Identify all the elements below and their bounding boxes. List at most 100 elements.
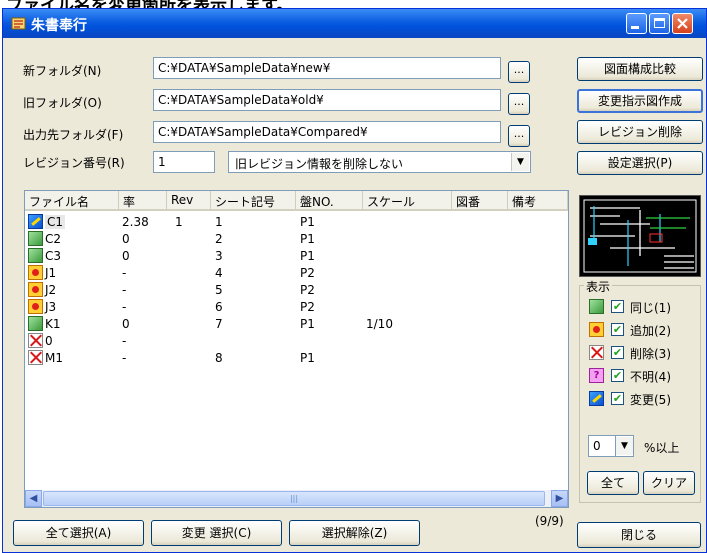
cell-panel: P2 — [300, 283, 315, 297]
cell-sheet: 8 — [215, 351, 223, 365]
threshold-dropdown[interactable]: ▼ — [616, 435, 634, 457]
table-row[interactable]: K1 0 7 P1 1/10 — [25, 316, 568, 333]
threshold-input[interactable]: 0 — [588, 435, 616, 457]
output-folder-input[interactable]: C:¥DATA¥SampleData¥Compared¥ — [153, 121, 501, 143]
window-title: 朱書奉行 — [31, 18, 87, 34]
scroll-left-icon[interactable]: ◀ — [25, 490, 42, 507]
added-icon — [28, 282, 43, 297]
drawing-preview — [579, 195, 701, 277]
table-row[interactable]: 0- — [25, 333, 568, 350]
close-window-button[interactable] — [672, 13, 693, 34]
cell-filename: J3 — [45, 300, 57, 314]
new-folder-browse-button[interactable]: ... — [508, 61, 530, 83]
scroll-thumb[interactable]: ||| — [43, 491, 545, 506]
delete-revision-button[interactable]: レビジョン削除 — [577, 120, 703, 144]
cell-panel: P1 — [300, 249, 315, 263]
legend-checkbox[interactable]: ✔ — [611, 323, 624, 336]
deleted-icon — [589, 345, 604, 360]
column-header-scale[interactable]: スケール — [363, 191, 452, 211]
column-header-drawing-no[interactable]: 図番 — [452, 191, 508, 211]
column-header-sheet[interactable]: シート記号 — [211, 191, 296, 211]
column-header-filename[interactable]: ファイル名 — [25, 191, 119, 211]
select-changed-button[interactable]: 変更 選択(C) — [151, 520, 282, 546]
output-folder-label: 出力先フォルダ(F) — [23, 128, 124, 142]
same-icon — [28, 231, 43, 246]
legend-label: 変更(5) — [630, 393, 671, 407]
revision-label: レビジョン番号(R) — [23, 156, 125, 170]
table-row[interactable]: M1 - 8 P1 — [25, 350, 568, 367]
legend-label: 不明(4) — [630, 370, 671, 384]
cell-panel: P1 — [300, 317, 315, 331]
close-button[interactable]: 閉じる — [577, 522, 701, 548]
display-filter-group: 表示 ✔ 同じ(1) ✔ 追加(2) ✔ 削除(3)? ✔ 不明(4) ✔ 変更(5) 0 ▼ %… — [579, 278, 701, 503]
cell-panel: P2 — [300, 300, 315, 314]
drawing-thumbnail — [583, 199, 697, 273]
file-list[interactable]: ファイル名 率 Rev シート記号 盤NO. スケール 図番 備考 C1 2.38… — [24, 190, 569, 508]
new-folder-label: 新フォルダ(N) — [23, 64, 102, 78]
select-settings-button[interactable]: 設定選択(P) — [577, 151, 703, 175]
old-folder-input[interactable]: C:¥DATA¥SampleData¥old¥ — [153, 89, 501, 111]
minimize-button[interactable] — [626, 13, 647, 34]
column-header-panel[interactable]: 盤NO. — [296, 191, 363, 211]
table-row[interactable]: C3 0 3 P1 — [25, 248, 568, 265]
added-icon — [28, 299, 43, 314]
output-folder-browse-button[interactable]: ... — [508, 125, 530, 147]
legend-checkbox[interactable]: ✔ — [611, 300, 624, 313]
compare-button[interactable]: 図面構成比較 — [577, 57, 703, 81]
legend-checkbox[interactable]: ✔ — [611, 392, 624, 405]
title-bar[interactable]: 朱書奉行 — [3, 9, 706, 38]
table-row[interactable]: C2 0 2 P1 — [25, 231, 568, 248]
chevron-down-icon[interactable]: ▼ — [511, 153, 529, 171]
cell-rate: 0 — [122, 232, 130, 246]
added-icon — [589, 322, 604, 337]
changed-icon — [28, 214, 43, 229]
clear-button[interactable]: クリア — [643, 471, 695, 495]
make-instruction-button[interactable]: 変更指示図作成 — [577, 89, 703, 113]
legend-label: 削除(3) — [630, 347, 671, 361]
old-folder-browse-button[interactable]: ... — [508, 93, 530, 115]
legend-checkbox[interactable]: ✔ — [611, 346, 624, 359]
column-header-rev[interactable]: Rev — [167, 191, 211, 211]
legend-label: 追加(2) — [630, 324, 671, 338]
cell-sheet: 4 — [215, 266, 223, 280]
same-icon — [28, 248, 43, 263]
cell-sheet: 2 — [215, 232, 223, 246]
added-icon — [28, 265, 43, 280]
main-window: 朱書奉行 新フォルダ(N) C:¥DATA¥SampleData¥new¥ ..… — [2, 8, 707, 553]
same-icon — [28, 316, 43, 331]
legend-label: 同じ(1) — [630, 301, 671, 315]
scroll-right-icon[interactable]: ▶ — [551, 490, 568, 507]
column-header-remarks[interactable]: 備考 — [508, 191, 568, 211]
maximize-button[interactable] — [649, 13, 670, 34]
threshold-suffix: %以上 — [644, 441, 680, 455]
deselect-button[interactable]: 選択解除(Z) — [289, 520, 420, 546]
cell-rate: - — [122, 283, 127, 297]
show-all-button[interactable]: 全て — [587, 471, 639, 495]
table-row[interactable]: J3 - 6 P2 — [25, 299, 568, 316]
cell-panel: P1 — [300, 215, 315, 229]
cell-filename: C1 — [45, 215, 66, 229]
changed-icon — [589, 391, 604, 406]
select-all-button[interactable]: 全て選択(A) — [13, 520, 144, 546]
table-row[interactable]: C1 2.38 1 1 P1 — [25, 214, 568, 231]
new-folder-input[interactable]: C:¥DATA¥SampleData¥new¥ — [153, 57, 501, 79]
chevron-down-icon[interactable]: ▼ — [616, 437, 633, 455]
revision-option-select[interactable]: 旧レビジョン情報を削除しない ▼ — [228, 151, 531, 173]
cell-scale: 1/10 — [366, 317, 393, 331]
cell-rate: - — [122, 300, 127, 314]
cell-filename: J2 — [45, 283, 57, 297]
cell-sheet: 6 — [215, 300, 223, 314]
close-icon — [677, 18, 688, 29]
cell-sheet: 7 — [215, 317, 223, 331]
cell-rate: 0 — [122, 317, 130, 331]
old-folder-label: 旧フォルダ(O) — [23, 96, 102, 110]
cell-rate: 0 — [122, 249, 130, 263]
horizontal-scrollbar[interactable]: ◀ ||| ▶ — [25, 490, 568, 507]
table-row[interactable]: J2 - 5 P2 — [25, 282, 568, 299]
display-filter-title: 表示 — [584, 278, 613, 295]
revision-input[interactable]: 1 — [153, 151, 215, 173]
table-row[interactable]: J1 - 4 P2 — [25, 265, 568, 282]
legend-checkbox[interactable]: ✔ — [611, 369, 624, 382]
cell-rate: - — [122, 334, 127, 348]
column-header-rate[interactable]: 率 — [119, 191, 167, 211]
